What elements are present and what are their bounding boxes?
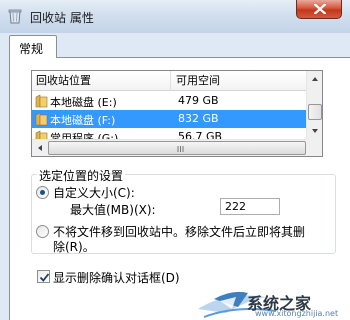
column-header-free-space[interactable]: 可用空间 [172, 71, 306, 91]
list-item-space: 479 GB [178, 94, 219, 107]
close-button[interactable] [296, 0, 342, 19]
list-header: 回收站位置 可用空间 [32, 71, 322, 91]
confirm-delete-label: 显示删除确认对话框(D) [53, 271, 180, 285]
tab-general-label: 常规 [19, 42, 44, 56]
title-bar[interactable]: 回收站 属性 [0, 0, 350, 33]
close-icon [314, 4, 326, 14]
drive-icon [35, 94, 48, 108]
confirm-delete-checkbox[interactable] [37, 270, 50, 283]
drive-icon [35, 112, 48, 126]
vertical-scroll-thumb[interactable] [308, 104, 322, 120]
custom-size-label: 自定义大小(C): [53, 186, 135, 200]
recycle-bin-icon [7, 8, 23, 24]
max-size-label: 最大值(MB)(X): [70, 203, 156, 217]
scroll-down-arrow-icon[interactable] [307, 123, 322, 139]
no-recycle-label-line2: 除(R)。 [53, 240, 95, 254]
list-item-drive-f[interactable]: 本地磁盘 (F:) 832 GB [32, 110, 306, 128]
checkmark-icon [39, 273, 50, 282]
no-recycle-radio[interactable] [36, 225, 49, 238]
settings-group-title: 选定位置的设置 [37, 167, 126, 184]
tab-general[interactable]: 常规 [9, 35, 57, 58]
list-item-space: 832 GB [178, 112, 219, 125]
vertical-scrollbar[interactable] [306, 71, 322, 139]
max-size-input[interactable]: 222 [220, 198, 280, 215]
grip-icon [177, 146, 184, 152]
horizontal-scroll-thumb[interactable] [48, 141, 306, 155]
column-header-location[interactable]: 回收站位置 [32, 71, 171, 91]
list-item-name: 本地磁盘 (F:) [50, 114, 116, 127]
recycle-location-list[interactable]: 回收站位置 可用空间 本地磁盘 (E:) 479 GB 本地磁盘 (F:) 83… [31, 70, 323, 157]
scroll-up-arrow-icon[interactable] [307, 71, 322, 87]
custom-size-radio[interactable] [36, 186, 49, 199]
watermark-url: www.xitongzhijia.net [255, 309, 339, 318]
window-title: 回收站 属性 [30, 11, 94, 25]
list-item-name: 本地磁盘 (E:) [50, 96, 117, 109]
scroll-left-arrow-icon[interactable] [32, 140, 48, 156]
horizontal-scrollbar[interactable] [32, 139, 306, 156]
list-item-drive-e[interactable]: 本地磁盘 (E:) 479 GB [32, 92, 306, 110]
scroll-corner [306, 139, 322, 156]
